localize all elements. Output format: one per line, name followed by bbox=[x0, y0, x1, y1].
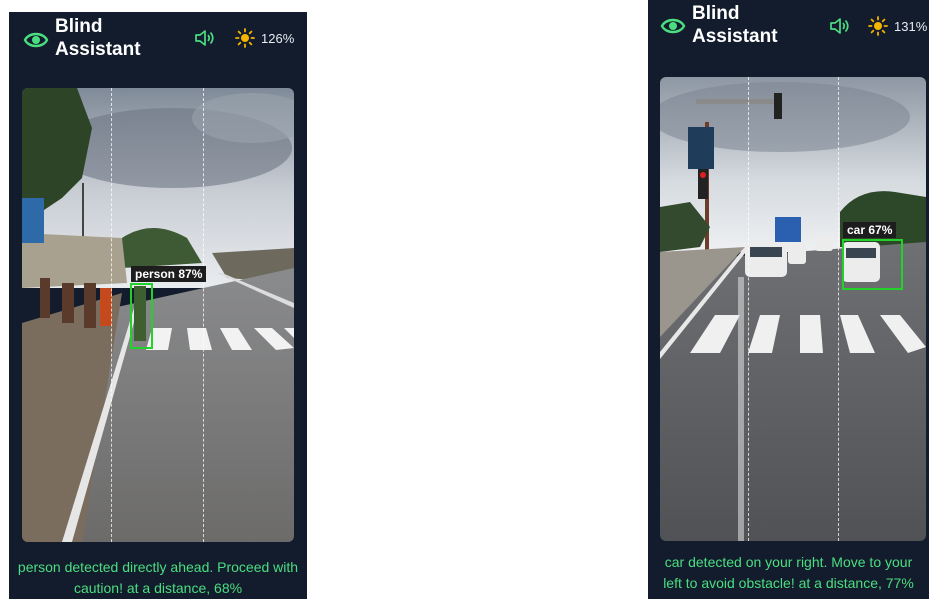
app-screen-left: Blind Assistant 126% person 87% person d… bbox=[9, 12, 307, 599]
grid-divider-left bbox=[748, 77, 749, 541]
camera-feed: person 87% bbox=[22, 88, 294, 542]
guidance-message: car detected on your right. Move to your… bbox=[663, 554, 914, 591]
street-scene-image bbox=[22, 88, 294, 542]
grid-divider-right bbox=[838, 77, 839, 541]
detection-label: person 87% bbox=[131, 266, 207, 282]
street-scene-image bbox=[660, 77, 926, 541]
grid-divider-left bbox=[111, 88, 112, 542]
grid-divider-right bbox=[203, 88, 204, 542]
app-title: Blind Assistant bbox=[55, 16, 141, 60]
brightness-value: 126% bbox=[261, 31, 295, 46]
app-header: Blind Assistant 131% bbox=[648, 0, 929, 70]
eye-icon bbox=[23, 32, 49, 48]
eye-icon bbox=[660, 18, 686, 34]
speaker-icon[interactable] bbox=[830, 18, 850, 34]
app-title: Blind Assistant bbox=[692, 3, 778, 47]
detection-bounding-box bbox=[842, 239, 903, 290]
brightness-value: 131% bbox=[894, 19, 928, 34]
detection-bounding-box bbox=[130, 283, 153, 349]
app-header: Blind Assistant 126% bbox=[9, 12, 307, 82]
speaker-icon[interactable] bbox=[195, 30, 215, 46]
camera-feed: car 67% bbox=[660, 77, 926, 541]
detection-label: car 67% bbox=[843, 222, 897, 238]
app-screen-right: Blind Assistant 131% car 67% car detecte… bbox=[648, 0, 929, 599]
brightness-sun-icon[interactable] bbox=[868, 16, 888, 36]
guidance-message: person detected directly ahead. Proceed … bbox=[17, 559, 299, 596]
brightness-sun-icon[interactable] bbox=[235, 28, 255, 48]
